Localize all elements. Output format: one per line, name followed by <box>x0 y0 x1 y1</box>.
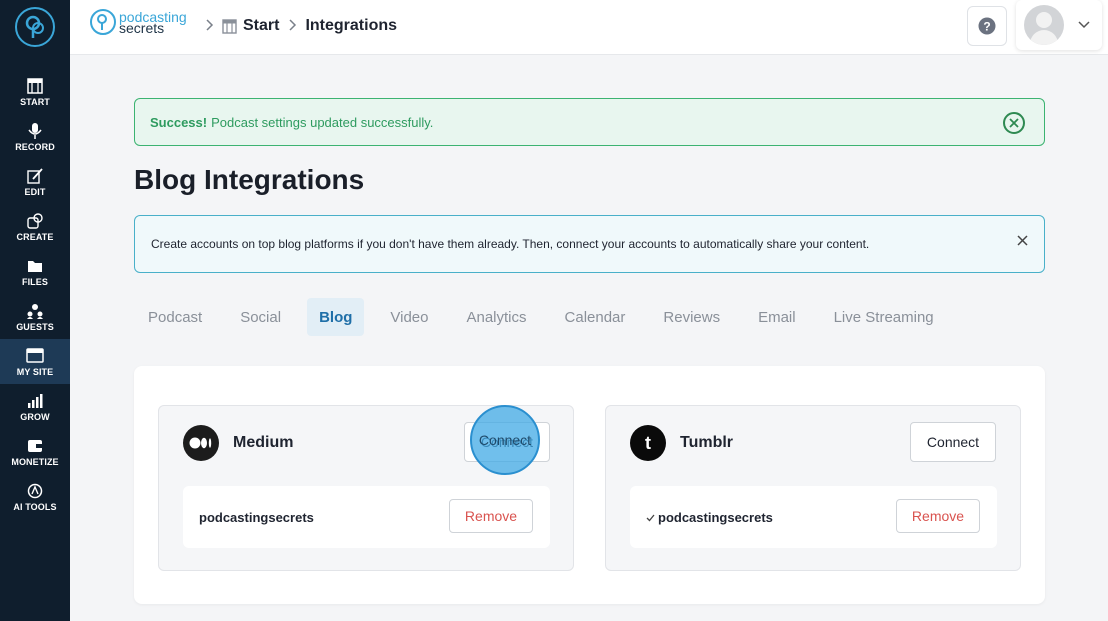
create-icon <box>26 212 44 230</box>
sidebar-item-label: MY SITE <box>16 366 54 377</box>
close-success-alert-button[interactable] <box>1003 112 1025 134</box>
breadcrumb-start-label: Start <box>243 17 280 34</box>
tumblr-connect-button[interactable]: Connect <box>910 422 996 462</box>
sidebar-item-create[interactable]: CREATE <box>0 204 70 249</box>
success-alert-message: Podcast settings updated successfully. <box>211 114 434 130</box>
integration-tabs: Podcast Social Blog Video Analytics Cale… <box>136 298 960 336</box>
breadcrumb-current: Integrations <box>305 17 398 34</box>
tab-analytics[interactable]: Analytics <box>454 298 538 336</box>
sidebar-item-label: CREATE <box>16 231 54 242</box>
chevron-right-icon <box>206 18 214 34</box>
close-icon <box>1016 234 1028 246</box>
guests-icon <box>26 302 44 320</box>
sidebar-item-record[interactable]: RECORD <box>0 114 70 159</box>
brand-mark-icon <box>90 9 116 35</box>
microphone-icon <box>26 122 44 140</box>
sidebar: START RECORD EDIT CREATE FILES GUESTS MY… <box>0 0 70 621</box>
tab-blog[interactable]: Blog <box>307 298 365 336</box>
sidebar-item-label: GUESTS <box>16 321 54 332</box>
tumblr-name: Tumblr <box>680 434 734 451</box>
avatar <box>1024 5 1064 45</box>
edit-icon <box>26 167 44 185</box>
top-bar: podcasting secrets Start Integrations ? <box>70 0 1108 55</box>
help-button[interactable]: ? <box>967 6 1007 46</box>
tumblr-integration-card: t Tumblr Connect podcastingsecrets Remov… <box>605 405 1021 571</box>
tumblr-account: podcastingsecrets <box>646 510 773 525</box>
app-logo-icon[interactable] <box>15 7 55 47</box>
profile-menu-button[interactable] <box>1016 0 1102 50</box>
sidebar-item-label: GROW <box>20 411 50 422</box>
info-alert: Create accounts on top blog platforms if… <box>134 215 1045 273</box>
sidebar-item-edit[interactable]: EDIT <box>0 159 70 204</box>
sidebar-item-start[interactable]: START <box>0 69 70 114</box>
success-alert-title: Success! <box>150 114 208 130</box>
medium-name: Medium <box>233 434 294 451</box>
sidebar-item-label: RECORD <box>15 141 55 152</box>
tab-email[interactable]: Email <box>746 298 808 336</box>
sidebar-item-label: START <box>20 96 50 107</box>
sidebar-item-guests[interactable]: GUESTS <box>0 294 70 339</box>
sidebar-item-my-site[interactable]: MY SITE <box>0 339 70 384</box>
sidebar-item-label: FILES <box>21 276 48 287</box>
brand-text-line2: secrets <box>119 19 165 36</box>
tab-live-streaming[interactable]: Live Streaming <box>822 298 946 336</box>
medium-connect-button[interactable]: Connect <box>464 422 550 462</box>
breadcrumb-start[interactable]: Start <box>222 17 279 35</box>
medium-remove-button[interactable]: Remove <box>449 499 533 533</box>
info-alert-message: Create accounts on top blog platforms if… <box>151 237 870 251</box>
money-icon <box>26 437 44 455</box>
sidebar-item-files[interactable]: FILES <box>0 249 70 294</box>
page-title: Blog Integrations <box>134 164 365 195</box>
sidebar-item-label: AI TOOLS <box>13 501 57 512</box>
svg-text:t: t <box>645 433 651 453</box>
start-icon <box>222 18 237 34</box>
breadcrumb: Start Integrations <box>206 17 397 35</box>
sidebar-item-monetize[interactable]: MONETIZE <box>0 429 70 474</box>
ai-icon <box>26 482 44 500</box>
tab-reviews[interactable]: Reviews <box>651 298 732 336</box>
checkmark-icon <box>646 514 655 522</box>
sidebar-item-label: EDIT <box>24 186 46 197</box>
brand-logo[interactable]: podcasting secrets <box>90 9 187 35</box>
medium-account-name: podcastingsecrets <box>199 510 314 525</box>
tab-podcast[interactable]: Podcast <box>136 298 214 336</box>
tab-social[interactable]: Social <box>228 298 293 336</box>
medium-integration-card: Medium Connect podcastingsecrets Remove <box>158 405 574 571</box>
sidebar-item-label: MONETIZE <box>11 456 59 467</box>
tumblr-account-name: podcastingsecrets <box>658 510 773 525</box>
success-alert: Success! Podcast settings updated succes… <box>134 98 1045 146</box>
medium-account-row: podcastingsecrets Remove <box>183 486 550 548</box>
close-info-alert-button[interactable] <box>1014 232 1030 248</box>
tab-video[interactable]: Video <box>378 298 440 336</box>
tumblr-logo-icon: t <box>630 425 666 461</box>
chevron-right-icon <box>289 18 297 34</box>
help-icon: ? <box>978 17 996 35</box>
tumblr-account-row: podcastingsecrets Remove <box>630 486 997 548</box>
svg-text:?: ? <box>983 20 990 34</box>
sidebar-item-ai-tools[interactable]: AI TOOLS <box>0 474 70 519</box>
blog-integrations-panel: Medium Connect podcastingsecrets Remove … <box>134 366 1045 604</box>
chart-icon <box>26 392 44 410</box>
medium-logo-icon <box>183 425 219 461</box>
folder-icon <box>26 257 44 275</box>
tab-calendar[interactable]: Calendar <box>553 298 638 336</box>
start-icon <box>26 77 44 95</box>
site-icon <box>26 347 44 365</box>
close-icon <box>1009 118 1019 128</box>
chevron-down-icon <box>1078 21 1090 29</box>
tumblr-remove-button[interactable]: Remove <box>896 499 980 533</box>
sidebar-item-grow[interactable]: GROW <box>0 384 70 429</box>
